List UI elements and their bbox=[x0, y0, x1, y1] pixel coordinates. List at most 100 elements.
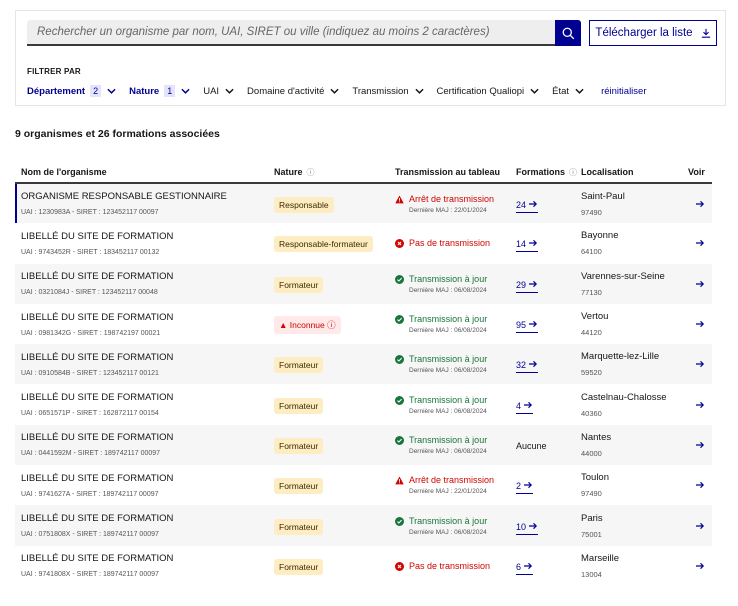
check-circle-icon bbox=[395, 435, 404, 445]
cell-nature: ▲ Inconnue ⓘ bbox=[268, 304, 389, 344]
view-arrow-icon[interactable] bbox=[690, 516, 710, 536]
view-arrow-icon[interactable] bbox=[690, 395, 710, 415]
arrow-right-icon bbox=[523, 481, 533, 491]
cell-transmission: Transmission à jour Dernière MAJ : 06/08/… bbox=[389, 344, 510, 384]
location-city: Nantes bbox=[581, 431, 612, 443]
cell-formations: 24 bbox=[510, 183, 575, 223]
reset-filters-link[interactable]: réinitialiser bbox=[601, 86, 646, 97]
filter-dropdown[interactable]: Département 2 bbox=[27, 85, 116, 97]
cell-nature: Responsable-formateur bbox=[268, 223, 389, 263]
download-icon bbox=[701, 28, 710, 38]
cell-location: Bayonne 64100 bbox=[575, 223, 682, 263]
table-row[interactable]: ORGANISME RESPONSABLE GESTIONNAIRE UAI : … bbox=[15, 183, 712, 224]
filter-dropdown[interactable]: UAI bbox=[203, 86, 234, 97]
table-row[interactable]: LIBELLÉ DU SITE DE FORMATION UAI : 974162… bbox=[15, 465, 712, 506]
view-arrow-icon[interactable] bbox=[690, 435, 710, 455]
transmission-status: Arrêt de transmission Dernière MAJ : 22/0… bbox=[395, 194, 510, 214]
filter-dropdown[interactable]: Certification Qualiopi bbox=[437, 86, 540, 97]
chevron-down-icon bbox=[330, 88, 339, 94]
arrow-right-icon bbox=[528, 200, 538, 210]
table-row[interactable]: LIBELLÉ DU SITE DE FORMATION UAI : 974180… bbox=[15, 545, 712, 586]
error-circle-icon bbox=[395, 239, 404, 249]
table-row[interactable]: LIBELLÉ DU SITE DE FORMATION UAI : 974345… bbox=[15, 223, 712, 264]
formations-link[interactable]: 4 bbox=[516, 401, 533, 414]
col-header-view: Voir bbox=[682, 162, 712, 184]
view-arrow-icon[interactable] bbox=[690, 314, 710, 334]
transmission-status: Pas de transmission bbox=[395, 238, 510, 249]
formations-none: Aucune bbox=[516, 440, 547, 451]
cell-nature: Formateur bbox=[268, 546, 389, 586]
info-icon[interactable]: ⓘ bbox=[307, 168, 315, 177]
check-circle-icon bbox=[395, 315, 404, 325]
formations-count: 4 bbox=[516, 400, 522, 411]
transmission-date: Dernière MAJ : 06/08/2024 bbox=[409, 286, 487, 294]
transmission-label: Transmission à jour bbox=[409, 515, 488, 526]
info-icon[interactable]: ⓘ bbox=[569, 168, 577, 177]
check-circle-icon bbox=[395, 355, 404, 365]
table-row[interactable]: LIBELLÉ DU SITE DE FORMATION UAI : 032108… bbox=[15, 263, 712, 304]
cell-view bbox=[682, 546, 712, 586]
cell-name: LIBELLÉ DU SITE DE FORMATION UAI : 098134… bbox=[15, 304, 268, 344]
table-header-row: Nom de l'organisme Nature ⓘ Transmission … bbox=[15, 162, 712, 184]
location-city: Marseille bbox=[581, 552, 620, 564]
cell-location: Vertou 44120 bbox=[575, 304, 682, 344]
view-arrow-icon[interactable] bbox=[690, 274, 710, 294]
table-row[interactable]: LIBELLÉ DU SITE DE FORMATION UAI : 098134… bbox=[15, 303, 712, 345]
filter-title: FILTRER PAR bbox=[27, 67, 81, 76]
table-row[interactable]: LIBELLÉ DU SITE DE FORMATION UAI : 065157… bbox=[15, 384, 712, 425]
arrow-right-icon bbox=[528, 360, 538, 370]
cell-location: Toulon 97490 bbox=[575, 465, 682, 505]
cell-view bbox=[682, 223, 712, 263]
location-zip: 44000 bbox=[581, 448, 602, 458]
formations-link[interactable]: 10 bbox=[516, 522, 538, 535]
filter-dropdown[interactable]: Transmission bbox=[352, 86, 424, 97]
location-zip: 64100 bbox=[581, 247, 602, 257]
arrow-right-icon bbox=[523, 562, 533, 572]
nature-badge: Responsable-formateur bbox=[274, 236, 373, 253]
formations-link[interactable]: 2 bbox=[516, 481, 533, 495]
formations-link[interactable]: 32 bbox=[516, 360, 538, 374]
formations-link[interactable]: 29 bbox=[516, 280, 538, 293]
cell-transmission: Transmission à jour Dernière MAJ : 06/08/… bbox=[389, 384, 510, 424]
search-input[interactable] bbox=[27, 20, 555, 46]
table-row[interactable]: LIBELLÉ DU SITE DE FORMATION UAI : 075180… bbox=[15, 505, 712, 546]
view-arrow-icon[interactable] bbox=[690, 194, 710, 214]
transmission-label: Arrêt de transmission bbox=[409, 193, 495, 204]
location-city: Marquette-lez-Lille bbox=[581, 351, 660, 363]
formations-link[interactable]: 14 bbox=[516, 239, 538, 253]
location-city: Bayonne bbox=[581, 230, 619, 242]
check-circle-icon bbox=[395, 395, 404, 405]
filter-label: État bbox=[552, 85, 570, 97]
view-arrow-icon[interactable] bbox=[690, 475, 710, 495]
filter-dropdown[interactable]: Domaine d'activité bbox=[247, 86, 339, 97]
formations-link[interactable]: 95 bbox=[516, 320, 538, 334]
cell-formations: 14 bbox=[510, 223, 575, 263]
download-list-button[interactable]: Télécharger la liste bbox=[589, 20, 717, 46]
view-arrow-icon[interactable] bbox=[690, 556, 710, 576]
table-row[interactable]: LIBELLÉ DU SITE DE FORMATION UAI : 044159… bbox=[15, 424, 712, 466]
info-icon[interactable]: ⓘ bbox=[325, 320, 336, 330]
formations-link[interactable]: 6 bbox=[516, 562, 533, 575]
nature-badge: Formateur bbox=[274, 357, 324, 374]
cell-name: ORGANISME RESPONSABLE GESTIONNAIRE UAI : … bbox=[15, 183, 268, 223]
table-row[interactable]: LIBELLÉ DU SITE DE FORMATION UAI : 091058… bbox=[15, 344, 712, 385]
cell-nature: Formateur bbox=[268, 465, 389, 505]
view-arrow-icon[interactable] bbox=[690, 354, 710, 374]
cell-name: LIBELLÉ DU SITE DE FORMATION UAI : 974162… bbox=[15, 465, 268, 505]
cell-location: Varennes-sur-Seine 77130 bbox=[575, 264, 682, 304]
formations-link[interactable]: 24 bbox=[516, 200, 538, 213]
chevron-down-icon bbox=[225, 88, 234, 94]
transmission-date: Dernière MAJ : 06/08/2024 bbox=[409, 447, 487, 455]
chevron-down-icon bbox=[414, 88, 424, 94]
filter-dropdown[interactable]: État bbox=[552, 86, 584, 97]
transmission-date: Dernière MAJ : 06/08/2024 bbox=[409, 327, 487, 335]
search-button[interactable] bbox=[555, 20, 581, 46]
error-circle-icon bbox=[395, 561, 404, 571]
view-arrow-icon[interactable] bbox=[690, 233, 710, 253]
transmission-label: Transmission à jour bbox=[409, 434, 488, 445]
transmission-label: Transmission à jour bbox=[409, 394, 488, 405]
formations-count: 32 bbox=[516, 360, 527, 371]
cell-transmission: Transmission à jour Dernière MAJ : 06/08/… bbox=[389, 304, 510, 344]
filter-dropdown[interactable]: Nature 1 bbox=[129, 85, 190, 97]
check-circle-icon bbox=[395, 516, 404, 526]
